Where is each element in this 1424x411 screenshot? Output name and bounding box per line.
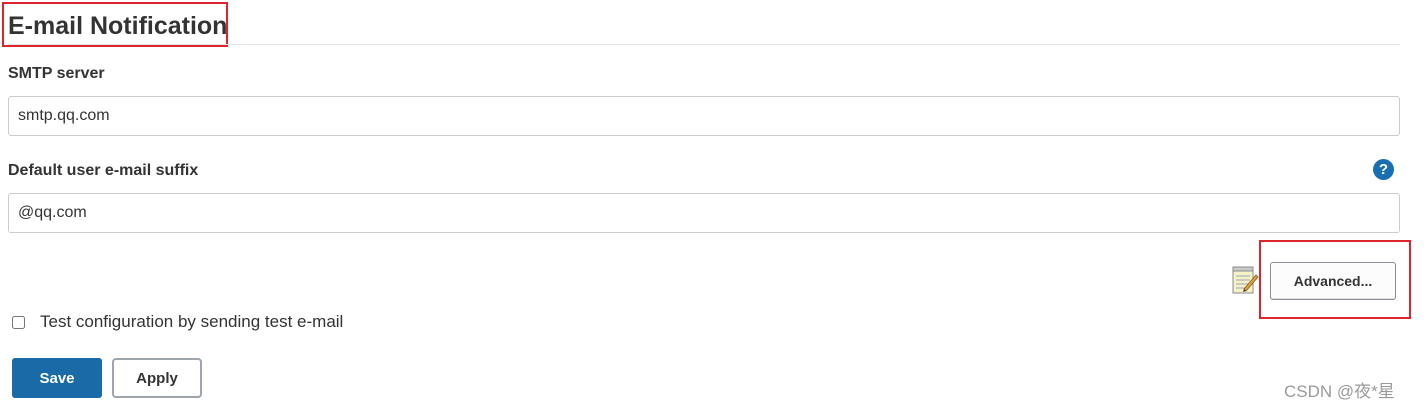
email-suffix-label: Default user e-mail suffix xyxy=(8,162,199,179)
smtp-server-input[interactable] xyxy=(8,96,1400,136)
title-highlight-box xyxy=(2,2,228,47)
save-button[interactable]: Save xyxy=(12,358,102,398)
apply-button[interactable]: Apply xyxy=(112,358,202,398)
advanced-button[interactable]: Advanced... xyxy=(1270,262,1396,300)
test-config-checkbox[interactable] xyxy=(12,315,25,329)
section-divider xyxy=(8,44,1400,45)
email-notification-page: E-mail Notification SMTP server Default … xyxy=(0,0,1424,411)
test-config-label[interactable]: Test configuration by sending test e-mai… xyxy=(40,312,343,332)
smtp-server-label: SMTP server xyxy=(8,65,105,82)
notepad-icon xyxy=(1232,266,1259,294)
email-suffix-input[interactable] xyxy=(8,193,1400,233)
help-question-icon[interactable]: ? xyxy=(1373,159,1394,180)
watermark-text: CSDN @夜*星 xyxy=(1284,382,1395,401)
test-config-row[interactable]: Test configuration by sending test e-mai… xyxy=(12,311,343,333)
